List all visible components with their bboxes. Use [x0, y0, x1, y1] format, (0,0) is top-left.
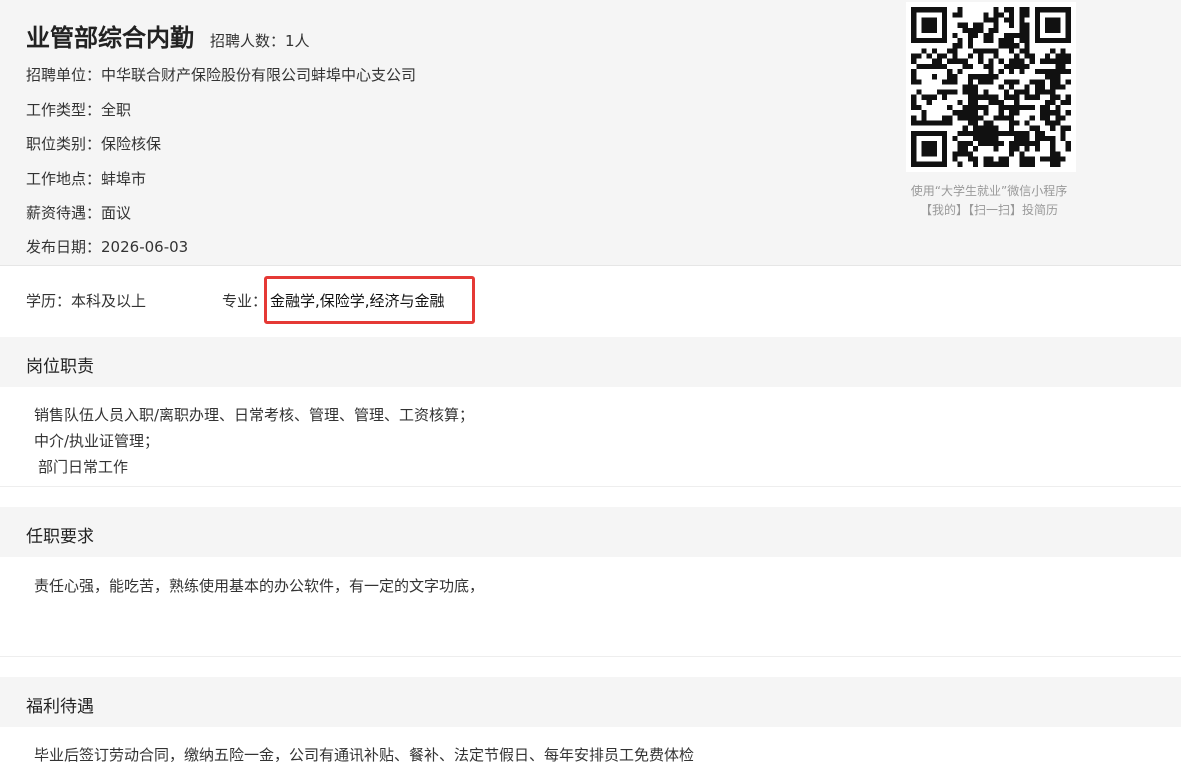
info-employer: 招聘单位：中华联合财产保险股份有限公司蚌埠中心支公司 [26, 64, 416, 85]
duty-line: 部门日常工作 [38, 458, 129, 476]
section-header-qualifications: 任职要求 [0, 507, 1181, 557]
qr-code-graphic [906, 2, 1076, 172]
info-job-type: 工作类型：全职 [26, 99, 131, 120]
qr-caption-line: 【我的】【扫一扫】投简历 [919, 203, 1058, 217]
info-value: 全职 [101, 101, 132, 119]
section-title: 岗位职责 [26, 357, 94, 377]
section-body-duties: 销售队伍人员入职/离职办理、日常考核、管理、管理、工资核算； 中介/执业证管理；… [0, 387, 1181, 487]
section-header-benefits: 福利待遇 [0, 677, 1181, 727]
info-label: 发布日期： [26, 238, 102, 256]
qualification-line: 责任心强，能吃苦，熟练使用基本的办公软件，有一定的文字功底， [34, 577, 485, 595]
info-label: 工作类型： [26, 101, 102, 119]
job-header: 业管部综合内勤 招聘人数：1人 招聘单位：中华联合财产保险股份有限公司蚌埠中心支… [0, 0, 1181, 266]
duty-line: 中介/执业证管理； [34, 432, 160, 450]
section-body-qualifications: 责任心强，能吃苦，熟练使用基本的办公软件，有一定的文字功底， [0, 557, 1181, 657]
major-label: 专业： [222, 292, 268, 310]
qr-caption-line: 使用“大学生就业”微信小程序 [910, 184, 1068, 198]
info-value: 保险核保 [101, 135, 162, 153]
education-requirement: 学历：本科及以上 [26, 292, 147, 310]
job-title: 业管部综合内勤 [26, 24, 194, 52]
info-label: 职位类别： [26, 135, 102, 153]
info-value: 2026-06-03 [101, 238, 189, 256]
section-title: 福利待遇 [26, 697, 94, 717]
info-label: 招聘单位： [26, 66, 102, 84]
info-value: 面议 [101, 204, 132, 222]
headcount: 招聘人数：1人 [210, 32, 310, 50]
title-row: 业管部综合内勤 招聘人数：1人 [26, 18, 310, 53]
qr-code-icon [906, 2, 1076, 172]
section-body-benefits: 毕业后签订劳动合同，缴纳五险一金，公司有通讯补贴、餐补、法定节假日、每年安排员工… [0, 727, 1181, 769]
info-location: 工作地点：蚌埠市 [26, 168, 146, 189]
section-header-duties: 岗位职责 [0, 337, 1181, 387]
qr-caption: 使用“大学生就业”微信小程序 【我的】【扫一扫】投简历 [884, 182, 1094, 220]
info-label: 薪资待遇： [26, 204, 102, 222]
section-title: 任职要求 [26, 527, 94, 547]
major-value: 金融学,保险学,经济与金融 [270, 292, 445, 310]
info-value: 蚌埠市 [101, 170, 147, 188]
benefit-line: 毕业后签订劳动合同，缴纳五险一金，公司有通讯补贴、餐补、法定节假日、每年安排员工… [34, 746, 695, 764]
info-category: 职位类别：保险核保 [26, 133, 161, 154]
duty-line: 销售队伍人员入职/离职办理、日常考核、管理、管理、工资核算； [34, 406, 475, 424]
info-salary: 薪资待遇：面议 [26, 202, 131, 223]
info-label: 工作地点： [26, 170, 102, 188]
info-value: 中华联合财产保险股份有限公司蚌埠中心支公司 [101, 66, 417, 84]
info-publish-date: 发布日期：2026-06-03 [26, 236, 188, 257]
